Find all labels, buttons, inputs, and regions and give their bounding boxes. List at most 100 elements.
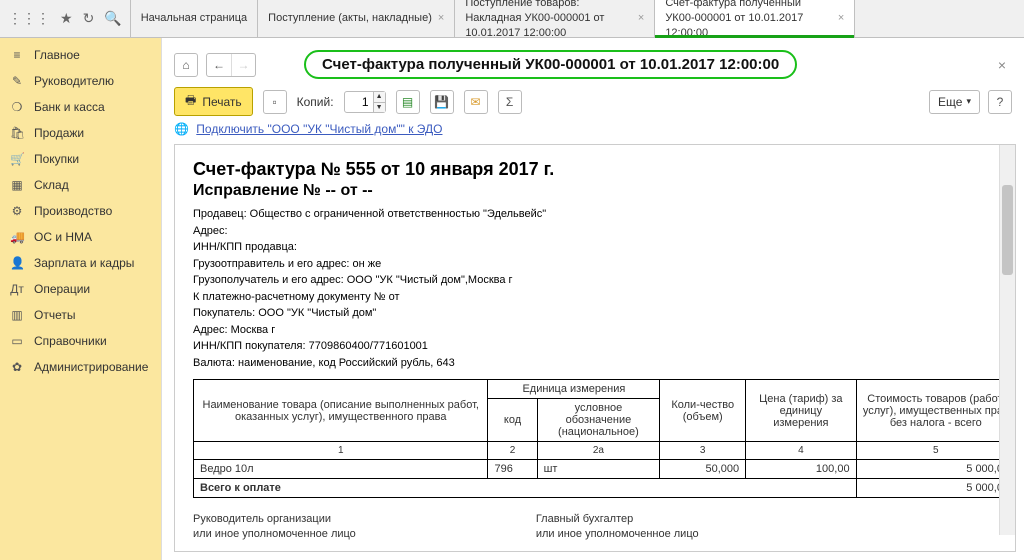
table-total-row: Всего к оплате 5 000,00 X <box>194 479 1017 498</box>
signatures: Руководитель организации или иное уполно… <box>193 512 1016 543</box>
sign-left-sub: или иное уполномоченное лицо <box>193 527 356 542</box>
top-tabs: ⋮⋮⋮ ★ ↻ 🔍 Начальная страница Поступление… <box>0 0 1024 38</box>
toolbar: 🖶 Печать ▫ Копий: ▲ ▼ ▤ 💾 ✉ Σ Еще▾ ? <box>162 87 1024 122</box>
sidebar-item-main[interactable]: ≡ Главное <box>0 42 161 68</box>
meta-buyer-addr: Адрес: Москва г <box>193 322 1016 339</box>
print-label: Печать <box>202 95 241 109</box>
sidebar-item-assets[interactable]: 🚚 ОС и НМА <box>0 224 161 250</box>
truck-icon: 🚚 <box>10 230 24 244</box>
meta-buyer: Покупатель: ООО "УК "Чистый дом" <box>193 305 1016 322</box>
edo-connect-link[interactable]: Подключить "ООО "УК "Чистый дом"" к ЭДО <box>196 122 442 136</box>
boxes-icon: ▦ <box>10 178 24 192</box>
sidebar-item-label: Зарплата и кадры <box>34 256 134 270</box>
sidebar-item-label: Главное <box>34 48 80 62</box>
sign-right-sub: или иное уполномоченное лицо <box>536 527 699 542</box>
close-button[interactable]: × <box>992 57 1012 73</box>
sidebar: ≡ Главное ✎ Руководителю ❍ Банк и касса 🛍Пр… <box>0 38 162 560</box>
doc-meta: Продавец: Общество с ограниченной ответс… <box>193 206 1016 371</box>
sidebar-item-admin[interactable]: ✿Администрирование <box>0 354 161 380</box>
sidebar-item-sales[interactable]: 🛍Продажи <box>0 120 161 146</box>
preview-button[interactable]: ▫ <box>263 90 287 114</box>
excel-button[interactable]: ▤ <box>396 90 420 114</box>
th-code: код <box>488 399 537 442</box>
chevron-down-icon: ▾ <box>966 96 971 107</box>
search-icon[interactable]: 🔍 <box>104 10 121 27</box>
sidebar-item-label: Отчеты <box>34 308 75 322</box>
sidebar-item-operations[interactable]: Дт Операции <box>0 276 161 302</box>
sidebar-item-label: Банк и касса <box>34 100 105 114</box>
menu-icon: ≡ <box>10 48 24 62</box>
close-icon[interactable]: × <box>438 11 444 26</box>
sum-button[interactable]: Σ <box>498 90 522 114</box>
save-button[interactable]: 💾 <box>430 90 454 114</box>
copies-spinner[interactable]: ▲ ▼ <box>344 91 386 113</box>
sidebar-item-label: Руководителю <box>34 74 114 88</box>
sidebar-item-label: ОС и НМА <box>34 230 92 244</box>
bag-icon: 🛍 <box>10 126 24 140</box>
th-unit-name: условное обозначение (национальное) <box>537 399 660 442</box>
gear-icon: ⚙ <box>10 204 24 218</box>
coin-icon: ❍ <box>10 100 24 114</box>
meta-addr: Адрес: <box>193 223 1016 240</box>
sidebar-item-label: Операции <box>34 282 90 296</box>
sidebar-item-purchases[interactable]: 🛒 Покупки <box>0 146 161 172</box>
meta-shipper: Грузоотправитель и его адрес: он же <box>193 256 1016 273</box>
chart-icon: ✎ <box>10 74 24 88</box>
history-icon[interactable]: ↻ <box>83 10 95 27</box>
spinner-down[interactable]: ▼ <box>373 102 385 112</box>
settings-icon: ✿ <box>10 360 24 374</box>
apps-icon[interactable]: ⋮⋮⋮ <box>8 10 50 27</box>
spinner-up[interactable]: ▲ <box>373 92 385 102</box>
tab-home[interactable]: Начальная страница <box>131 0 258 37</box>
sidebar-item-catalogs[interactable]: ▭Справочники <box>0 328 161 354</box>
back-button[interactable]: ← <box>207 54 231 76</box>
sidebar-item-production[interactable]: ⚙Производство <box>0 198 161 224</box>
close-icon[interactable]: × <box>838 11 844 26</box>
close-icon[interactable]: × <box>638 11 644 26</box>
star-icon[interactable]: ★ <box>60 10 73 27</box>
forward-button[interactable]: → <box>231 54 255 76</box>
sidebar-item-payroll[interactable]: 👤 Зарплата и кадры <box>0 250 161 276</box>
more-button[interactable]: Еще▾ <box>929 90 980 114</box>
tab-goods-receipt[interactable]: Поступление товаров: Накладная УК00-0000… <box>455 0 655 37</box>
page-title: Счет-фактура полученный УК00-000001 от 1… <box>304 50 797 79</box>
copies-input[interactable] <box>345 95 373 109</box>
meta-inn-seller: ИНН/КПП продавца: <box>193 239 1016 256</box>
tab-invoice-received[interactable]: Счет-фактура полученный УК00-000001 от 1… <box>655 0 855 37</box>
chart-bar-icon: ▥ <box>10 308 24 322</box>
sidebar-item-label: Справочники <box>34 334 107 348</box>
tab-receipts[interactable]: Поступление (акты, накладные)× <box>258 0 455 37</box>
vertical-scrollbar[interactable] <box>999 145 1015 535</box>
th-qty: Коли-чество (объем) <box>660 380 746 442</box>
globe-icon: 🌐 <box>174 122 189 136</box>
doc-subheading: Исправление № -- от -- <box>193 182 1016 200</box>
doc-heading: Счет-фактура № 555 от 10 января 2017 г. <box>193 159 1016 180</box>
meta-consignee: Грузополучатель и его адрес: ООО "УК "Чи… <box>193 272 1016 289</box>
sign-right-title: Главный бухгалтер <box>536 512 699 527</box>
copies-label: Копий: <box>297 95 334 109</box>
sidebar-item-bank[interactable]: ❍ Банк и касса <box>0 94 161 120</box>
help-button[interactable]: ? <box>988 90 1012 114</box>
document-area[interactable]: Счет-фактура № 555 от 10 января 2017 г. … <box>174 144 1016 552</box>
cart-icon: 🛒 <box>10 152 24 166</box>
sign-left-title: Руководитель организации <box>193 512 356 527</box>
sidebar-item-warehouse[interactable]: ▦Склад <box>0 172 161 198</box>
table-row: Ведро 10л 796 шт 50,000 100,00 5 000,00 … <box>194 460 1017 479</box>
printer-icon: 🖶 <box>185 91 196 112</box>
th-unit: Единица измерения <box>488 380 660 399</box>
page-header: ⌂ ← → Счет-фактура полученный УК00-00000… <box>162 38 1024 87</box>
sidebar-item-label: Покупки <box>34 152 79 166</box>
meta-inn-buyer: ИНН/КПП покупателя: 7709860400/771601001 <box>193 338 1016 355</box>
th-name: Наименование товара (описание выполненны… <box>194 380 488 442</box>
email-button[interactable]: ✉ <box>464 90 488 114</box>
person-icon: 👤 <box>10 256 24 270</box>
meta-currency: Валюта: наименование, код Российский руб… <box>193 355 1016 372</box>
th-price: Цена (тариф) за единицу измерения <box>746 380 856 442</box>
sidebar-item-reports[interactable]: ▥ Отчеты <box>0 302 161 328</box>
dtkt-icon: Дт <box>10 282 24 296</box>
scroll-thumb[interactable] <box>1002 185 1013 275</box>
sidebar-item-manager[interactable]: ✎ Руководителю <box>0 68 161 94</box>
print-button[interactable]: 🖶 Печать <box>174 87 253 116</box>
meta-paydoc: К платежно-расчетному документу № от <box>193 289 1016 306</box>
home-button[interactable]: ⌂ <box>174 53 198 77</box>
